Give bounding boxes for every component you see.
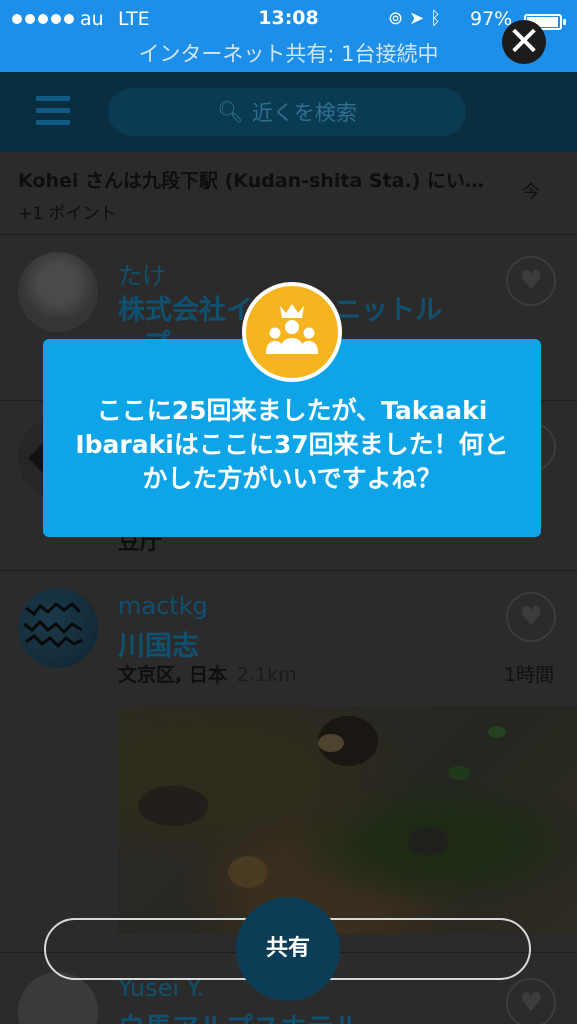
like-button[interactable]: ♥: [506, 978, 556, 1024]
notice-points: +1 ポイント: [18, 204, 117, 224]
battery-percentage: 97%: [470, 8, 513, 30]
status-icons: ⊚➤ᛒ: [388, 8, 447, 29]
share-button[interactable]: 共有: [236, 930, 340, 962]
nav-bar: 🔍︎ 近くを検索: [0, 72, 577, 152]
post-photo[interactable]: [118, 706, 577, 934]
search-icon: 🔍︎: [217, 99, 244, 124]
divider: [0, 234, 577, 235]
location-arrow-icon: ➤: [409, 8, 431, 29]
heart-icon: ♥: [519, 988, 543, 1018]
search-bar[interactable]: 🔍︎ 近くを検索: [108, 88, 466, 136]
notice-time: 今: [522, 182, 540, 203]
checkin-notice[interactable]: Kohei さんは九段下駅 (Kudan-shita Sta.) にい… +1 …: [18, 166, 518, 224]
status-bar: au LTE 13:08 ⊚➤ᛒ 97% インターネット共有: 1台接続中: [0, 0, 577, 72]
like-button[interactable]: ♥: [506, 256, 556, 306]
close-modal-button[interactable]: ✕: [502, 20, 546, 64]
hotspot-banner[interactable]: インターネット共有: 1台接続中: [0, 38, 577, 68]
alert-message: ここに25回来ましたが、Takaaki Ibarakiはここに37回来ました！何…: [75, 396, 509, 493]
post-username[interactable]: たけ: [118, 256, 166, 291]
post-distance: 2.1km: [236, 664, 297, 686]
post-location: 文京区, 日本 2.1km: [118, 660, 297, 687]
avatar[interactable]: [18, 252, 98, 332]
heart-icon: ♥: [519, 602, 543, 632]
post-place[interactable]: 白馬アルプスホテル: [118, 1006, 361, 1024]
heart-icon: ♥: [519, 266, 543, 296]
bluetooth-icon: ᛒ: [430, 8, 447, 29]
search-placeholder: 近くを検索: [251, 101, 357, 125]
post-place[interactable]: 川国志: [118, 624, 199, 663]
like-button[interactable]: ♥: [506, 592, 556, 642]
divider: [0, 570, 577, 571]
post-location-text: 文京区, 日本: [118, 664, 227, 686]
rotation-lock-icon: ⊚: [388, 8, 410, 29]
post-username[interactable]: mactkg: [118, 592, 208, 620]
avatar[interactable]: [18, 588, 98, 668]
post-time: 1時間: [504, 664, 555, 686]
notice-text: Kohei さんは九段下駅 (Kudan-shita Sta.) にい…: [18, 170, 485, 192]
mayor-crown-icon: [242, 282, 342, 382]
menu-icon[interactable]: [36, 96, 70, 126]
